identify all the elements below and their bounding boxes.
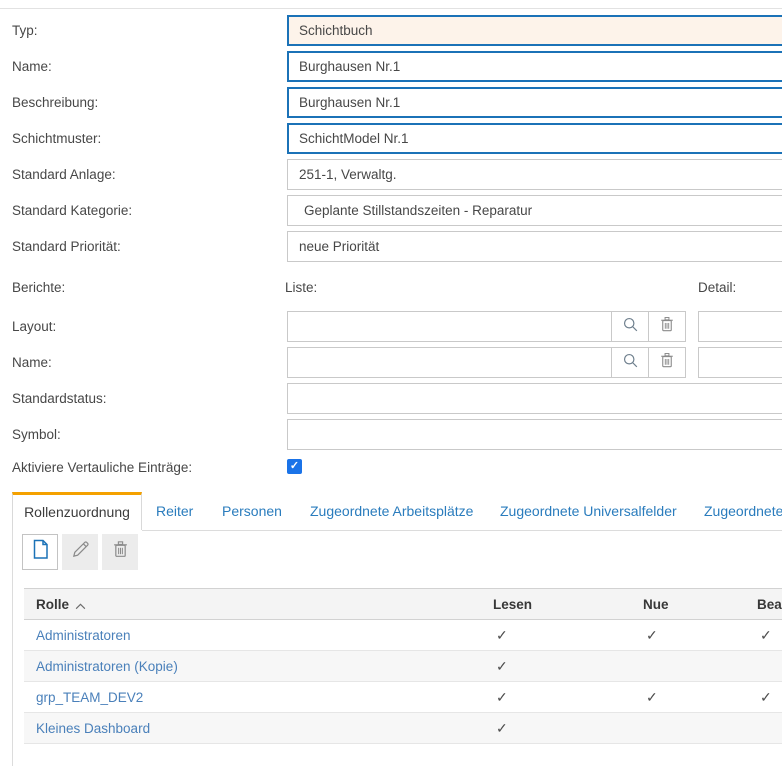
table-row[interactable]: Administratoren ✓ ✓ ✓: [24, 620, 782, 651]
tab-zugeordnete-universalfelder[interactable]: Zugeordnete Universalfelder: [500, 492, 677, 530]
typ-label: Typ:: [12, 15, 38, 46]
layout-clear-button[interactable]: [648, 311, 686, 342]
bea-check-icon: ✓: [757, 689, 782, 706]
detail-label: Detail:: [698, 278, 736, 298]
symbol-label: Symbol:: [12, 419, 61, 450]
lesen-check-icon: ✓: [493, 689, 643, 706]
table-row[interactable]: Kleines Dashboard ✓: [24, 713, 782, 744]
layout-search-button[interactable]: [611, 311, 649, 342]
trash-icon: [659, 316, 675, 338]
standard-kategorie-field[interactable]: Geplante Stillstandszeiten - Reparatur: [287, 195, 782, 226]
sort-ascending-icon: [75, 598, 86, 613]
standardstatus-label: Standardstatus:: [12, 383, 107, 414]
layout-detail-input[interactable]: [698, 311, 782, 342]
role-link[interactable]: Administratoren (Kopie): [36, 659, 178, 674]
roles-table-header: Rolle Lesen Nue Bea: [24, 588, 782, 620]
lesen-check-icon: ✓: [493, 720, 643, 737]
confidential-entries-checkbox[interactable]: ✓: [287, 459, 302, 474]
edit-pencil-icon: [71, 540, 90, 564]
new-document-icon: [31, 539, 50, 565]
tab-zugeordnete-arbeitsplaetze[interactable]: Zugeordnete Arbeitsplätze: [310, 492, 473, 530]
schichtmuster-label: Schichtmuster:: [12, 123, 101, 154]
table-row[interactable]: grp_TEAM_DEV2 ✓ ✓ ✓: [24, 682, 782, 713]
add-role-button[interactable]: [22, 534, 58, 570]
column-header-lesen[interactable]: Lesen: [493, 597, 643, 612]
beschreibung-label: Beschreibung:: [12, 87, 98, 118]
roles-table: Rolle Lesen Nue Bea Administratoren ✓ ✓ …: [24, 588, 782, 744]
trash-icon: [112, 540, 129, 564]
standard-prioritaet-field[interactable]: neue Priorität: [287, 231, 782, 262]
berichte-name-label: Name:: [12, 347, 52, 378]
lesen-check-icon: ✓: [493, 658, 643, 675]
name-label: Name:: [12, 51, 52, 82]
nue-check-icon: ✓: [643, 627, 757, 644]
liste-label: Liste:: [285, 278, 317, 298]
tab-panel-left-border: [12, 530, 13, 766]
bea-check-icon: ✓: [757, 627, 782, 644]
layout-label: Layout:: [12, 311, 56, 342]
top-divider: [0, 8, 782, 9]
standard-anlage-field[interactable]: 251-1, Verwaltg.: [287, 159, 782, 190]
tab-zugeordnete-more[interactable]: Zugeordnete: [704, 492, 782, 530]
column-header-rolle[interactable]: Rolle: [24, 596, 493, 613]
tab-reiter[interactable]: Reiter: [156, 492, 193, 530]
column-header-rolle-label: Rolle: [36, 597, 69, 612]
column-header-nue[interactable]: Nue: [643, 597, 757, 612]
delete-role-button[interactable]: [102, 534, 138, 570]
name-field[interactable]: Burghausen Nr.1: [287, 51, 782, 82]
typ-field[interactable]: Schichtbuch: [287, 15, 782, 46]
tab-panel-top-border: [142, 530, 782, 531]
search-icon: [622, 352, 639, 374]
search-icon: [622, 316, 639, 338]
tab-personen[interactable]: Personen: [222, 492, 282, 530]
standard-kategorie-label: Standard Kategorie:: [12, 195, 132, 226]
berichte-name-search-button[interactable]: [611, 347, 649, 378]
berichte-name-clear-button[interactable]: [648, 347, 686, 378]
nue-check-icon: ✓: [643, 689, 757, 706]
column-header-bea[interactable]: Bea: [757, 597, 782, 612]
tab-rollenzuordnung[interactable]: Rollenzuordnung: [12, 492, 142, 530]
shift-book-config-screen: Typ: Name: Beschreibung: Schichtmuster: …: [0, 0, 782, 766]
confidential-entries-label: Aktiviere Vertauliche Einträge:: [12, 458, 192, 478]
berichte-label: Berichte:: [12, 278, 65, 298]
berichte-name-liste-input[interactable]: [287, 347, 612, 378]
standard-anlage-label: Standard Anlage:: [12, 159, 116, 190]
role-link[interactable]: Administratoren: [36, 628, 131, 643]
edit-role-button[interactable]: [62, 534, 98, 570]
lesen-check-icon: ✓: [493, 627, 643, 644]
beschreibung-field[interactable]: Burghausen Nr.1: [287, 87, 782, 118]
standard-prioritaet-label: Standard Priorität:: [12, 231, 121, 262]
role-link[interactable]: Kleines Dashboard: [36, 721, 150, 736]
layout-liste-input[interactable]: [287, 311, 612, 342]
trash-icon: [659, 352, 675, 374]
table-row[interactable]: Administratoren (Kopie) ✓: [24, 651, 782, 682]
standardstatus-field[interactable]: [287, 383, 782, 414]
symbol-field[interactable]: [287, 419, 782, 450]
berichte-name-detail-input[interactable]: [698, 347, 782, 378]
role-link[interactable]: grp_TEAM_DEV2: [36, 690, 143, 705]
schichtmuster-field[interactable]: SchichtModel Nr.1: [287, 123, 782, 154]
